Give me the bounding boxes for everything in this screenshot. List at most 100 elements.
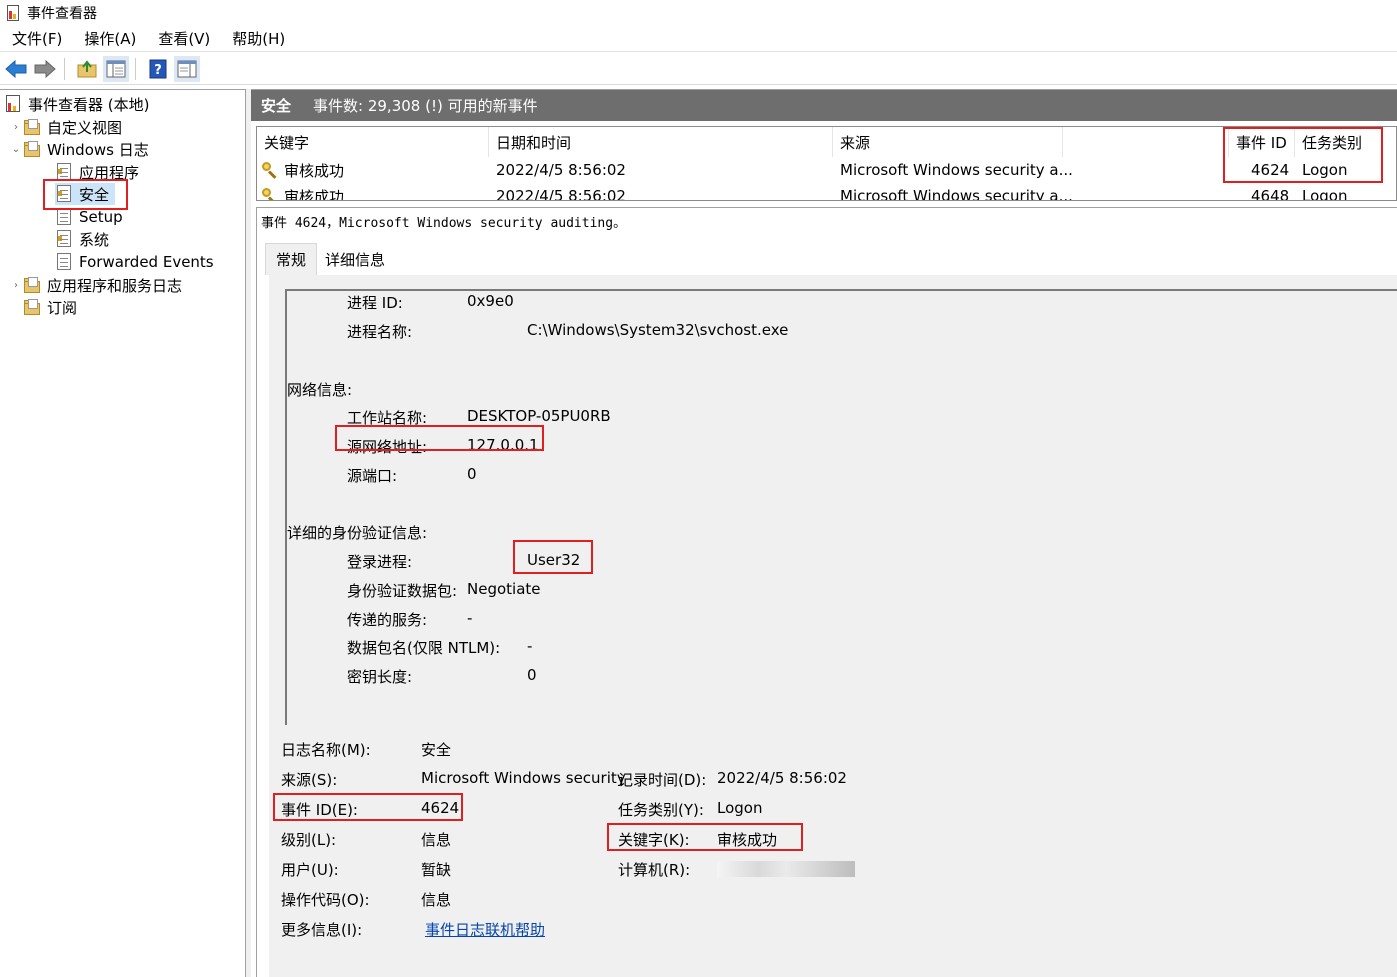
prop-task-label: 任务类别(Y): [618, 801, 704, 819]
highlight-box [335, 425, 544, 451]
prop-logged-label: 记录时间(D): [618, 771, 707, 789]
tab-general[interactable]: 常规 [265, 243, 318, 275]
msg-auth-pkg-label: 身份验证数据包: [347, 582, 458, 600]
msg-network-header: 网络信息: [287, 381, 353, 399]
msg-auth-pkg-value: Negotiate [467, 580, 541, 598]
table-row[interactable]: 审核成功 [262, 183, 345, 201]
key-icon [262, 162, 278, 179]
msg-process-name-label: 进程名称: [347, 323, 413, 341]
menu-help[interactable]: 帮助(H) [220, 28, 295, 49]
title-bar: 事件查看器 [0, 0, 1397, 26]
folder-up-icon[interactable] [74, 56, 100, 82]
row-source: Microsoft Windows security a... [840, 187, 1073, 201]
svg-text:?: ? [154, 63, 162, 78]
tree-item-app-service-logs[interactable]: › 应用程序和服务日志 [9, 274, 182, 296]
log-icon [55, 230, 73, 248]
properties-icon[interactable] [174, 55, 200, 82]
prop-log-name-label: 日志名称(M): [281, 741, 371, 759]
redacted-computer-name [717, 861, 855, 877]
main-pane: 安全 事件数: 29,308 (!) 可用的新事件 关键字 日期和时间 来源 事… [251, 89, 1397, 977]
event-message-box[interactable]: 进程 ID: 0x9e0 进程名称: C:\Windows\System32\s… [285, 289, 1397, 725]
forward-arrow-icon[interactable] [32, 56, 58, 82]
chevron-right-icon[interactable]: › [9, 280, 23, 291]
row-task: Logon [1302, 187, 1348, 201]
back-arrow-icon[interactable] [3, 56, 29, 82]
tree-item-windows-logs[interactable]: ⌄ Windows 日志 [9, 138, 149, 160]
row-keyword: 审核成功 [284, 187, 345, 201]
tree-label-system: 系统 [79, 230, 110, 249]
tree-item-root[interactable]: 事件查看器 (本地) [4, 93, 149, 115]
show-hide-tree-icon[interactable] [103, 55, 129, 82]
prop-task-value: Logon [717, 799, 763, 817]
msg-src-port-label: 源端口: [347, 467, 398, 485]
column-header-spacer [1063, 127, 1229, 157]
prop-level-label: 级别(L): [281, 831, 337, 849]
log-header-name: 安全 [261, 97, 292, 115]
folder-icon [23, 276, 41, 294]
log-icon [55, 253, 73, 271]
row-keyword: 审核成功 [284, 161, 345, 180]
tree-item-subscriptions[interactable]: 订阅 [23, 296, 77, 318]
msg-logon-process-label: 登录进程: [347, 553, 413, 571]
more-info-link[interactable]: 事件日志联机帮助 [425, 919, 545, 940]
tree-label-app-service-logs: 应用程序和服务日志 [47, 276, 183, 295]
msg-key-len-label: 密钥长度: [347, 668, 413, 686]
prop-log-name-value: 安全 [421, 741, 452, 759]
column-header-source[interactable]: 来源 [833, 127, 1063, 157]
msg-transited-value: - [467, 609, 473, 627]
tree-label-setup: Setup [79, 208, 123, 226]
tree-label-root: 事件查看器 (本地) [28, 95, 150, 114]
event-detail-title: 事件 4624，Microsoft Windows security audit… [256, 207, 1397, 235]
prop-user-value: 暂缺 [421, 861, 452, 879]
column-header-datetime[interactable]: 日期和时间 [489, 127, 833, 157]
folder-icon [23, 118, 41, 136]
highlight-box [43, 179, 128, 210]
row-datetime: 2022/4/5 8:56:02 [496, 187, 626, 201]
msg-workstation-value: DESKTOP-05PU0RB [467, 407, 611, 425]
prop-opcode-label: 操作代码(O): [281, 891, 370, 909]
log-header: 安全 事件数: 29,308 (!) 可用的新事件 [251, 90, 1397, 121]
menu-file[interactable]: 文件(F) [0, 28, 72, 49]
prop-more-info-label: 更多信息(I): [281, 921, 363, 939]
subscription-icon [23, 298, 41, 316]
prop-user-label: 用户(U): [281, 861, 339, 879]
chevron-right-icon[interactable]: › [9, 122, 23, 133]
event-viewer-icon [4, 95, 22, 113]
menu-bar: 文件(F) 操作(A) 查看(V) 帮助(H) [0, 26, 1397, 52]
tab-details[interactable]: 详细信息 [317, 243, 393, 275]
tree-label-custom-views: 自定义视图 [47, 118, 123, 137]
help-icon[interactable]: ? [145, 56, 171, 82]
folder-icon [23, 140, 41, 158]
tree-item-forwarded-events[interactable]: Forwarded Events [55, 251, 214, 273]
window-title: 事件查看器 [27, 6, 97, 22]
detail-tabs: 常规 详细信息 [265, 243, 393, 275]
msg-transited-label: 传递的服务: [347, 611, 428, 629]
tree-label-windows-logs: Windows 日志 [47, 140, 149, 159]
menu-view[interactable]: 查看(V) [146, 28, 220, 49]
highlight-box [1223, 127, 1383, 183]
tree-item-system[interactable]: 系统 [55, 228, 109, 250]
msg-pkg-name-value: - [527, 637, 533, 655]
log-icon [55, 208, 73, 226]
highlight-box [607, 823, 803, 851]
menu-action[interactable]: 操作(A) [72, 28, 146, 49]
chevron-down-icon[interactable]: ⌄ [9, 144, 23, 155]
toolbar-separator [64, 57, 65, 80]
event-detail-pane: 常规 详细信息 进程 ID: 0x9e0 进程名称: C:\Windows\Sy… [256, 235, 1397, 977]
tree-label-forwarded-events: Forwarded Events [79, 253, 214, 271]
prop-computer-label: 计算机(R): [618, 861, 691, 879]
row-event-id: 4648 [1251, 187, 1290, 201]
key-icon [262, 188, 278, 200]
toolbar-separator [135, 57, 136, 80]
table-row[interactable]: 审核成功 [262, 157, 344, 183]
msg-process-id-label: 进程 ID: [347, 294, 403, 312]
msg-key-len-value: 0 [527, 666, 537, 684]
msg-pkg-name-label: 数据包名(仅限 NTLM): [347, 639, 501, 657]
log-header-count: 事件数: 29,308 (!) 可用的新事件 [313, 97, 538, 115]
prop-source-label: 来源(S): [281, 771, 338, 789]
msg-src-port-value: 0 [467, 465, 477, 483]
column-header-keyword[interactable]: 关键字 [257, 127, 489, 157]
row-source: Microsoft Windows security a... [840, 161, 1073, 179]
tree-item-custom-views[interactable]: › 自定义视图 [9, 116, 122, 138]
toolbar: ? [0, 53, 1397, 85]
